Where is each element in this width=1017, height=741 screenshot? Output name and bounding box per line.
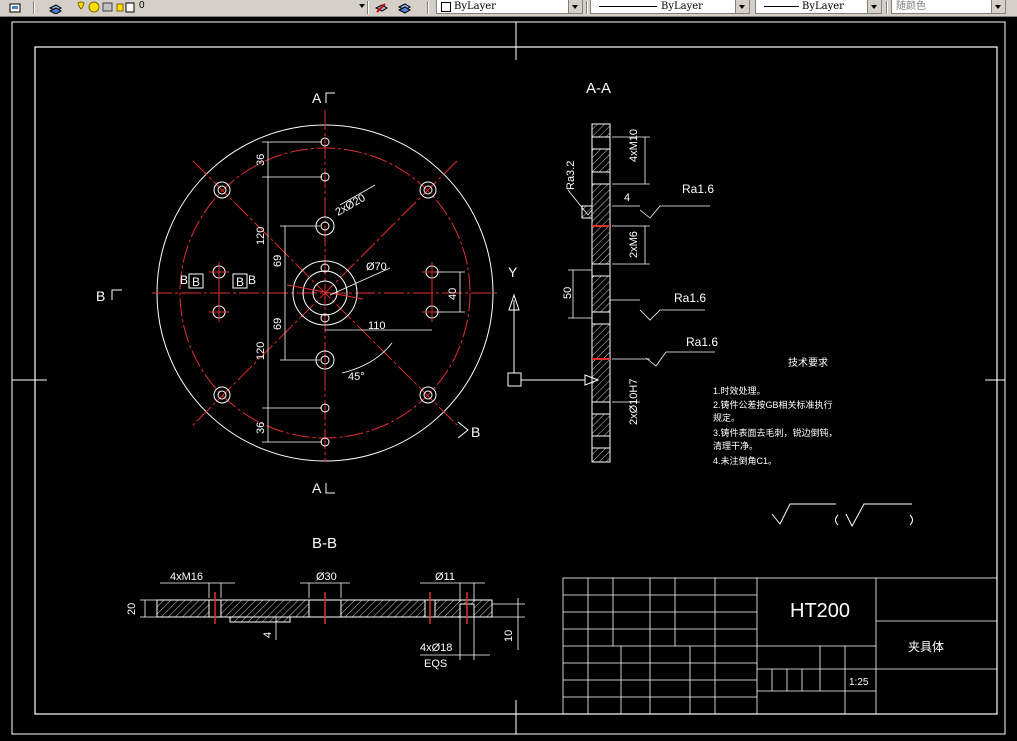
color-swatch bbox=[441, 2, 451, 12]
dim-120-top: 120 bbox=[255, 227, 267, 245]
chevron-down-icon bbox=[867, 0, 881, 13]
layer-previous-icon bbox=[398, 3, 411, 14]
properties-toolbar: 0 ByLayer ByLayer ByLayer 随颜色 bbox=[0, 0, 1017, 17]
toolbar-separator bbox=[586, 1, 588, 14]
dim-45deg: 45° bbox=[348, 371, 365, 383]
bb-dim-20: 20 bbox=[126, 603, 138, 615]
dim-d70: Ø70 bbox=[366, 261, 387, 273]
bb-marker-2: B bbox=[192, 275, 200, 289]
aa-ra16-3: Ra1.6 bbox=[686, 335, 718, 349]
lineweight-value: ByLayer bbox=[802, 1, 844, 12]
linetype-dropdown[interactable]: ByLayer bbox=[590, 0, 750, 14]
tech-note-3: 3.铸件表面去毛刺，锐边倒钝， bbox=[713, 427, 838, 438]
layer-dropdown[interactable]: 0 bbox=[135, 0, 369, 14]
cut-label-a-bottom: A bbox=[312, 480, 322, 496]
toolbar-separator bbox=[427, 1, 429, 14]
make-current-icon bbox=[375, 3, 388, 13]
toolbar-separator bbox=[33, 1, 35, 14]
bb-dim-m16: 4xM16 bbox=[170, 571, 203, 583]
dim-2xd20: 2xØ20 bbox=[334, 192, 368, 219]
dim-69-bottom: 69 bbox=[272, 318, 284, 330]
bb-marker-1: B bbox=[180, 273, 188, 287]
dim-36-bottom: 36 bbox=[255, 422, 267, 434]
material-label: HT200 bbox=[790, 600, 850, 622]
section-bb-title: B-B bbox=[312, 535, 337, 552]
plan-view: A A B B B B B B 36 120 69 69 120 36 2xØ2… bbox=[96, 90, 498, 496]
dim-40: 40 bbox=[447, 288, 459, 300]
section-bb-view: B-B 4xM16 Ø30 Ø11 20 4 4xØ18 EQS 10 bbox=[126, 535, 525, 670]
bb-dim-4: 4 bbox=[262, 632, 274, 638]
layer-previous-button[interactable] bbox=[394, 0, 416, 16]
toolbar-separator bbox=[886, 1, 888, 14]
bb-dim-d18: 4xØ18 bbox=[420, 642, 452, 654]
bb-marker-3: B bbox=[236, 275, 244, 289]
cut-label-a-top: A bbox=[312, 90, 322, 106]
tech-note-4: 4.未注倒角C1。 bbox=[713, 455, 777, 466]
section-aa-title: A-A bbox=[586, 80, 611, 97]
dim-120-bottom: 120 bbox=[255, 342, 267, 360]
chevron-down-icon bbox=[568, 0, 582, 13]
tech-note-2b: 规定。 bbox=[713, 412, 740, 423]
bb-dim-10: 10 bbox=[503, 630, 515, 642]
layer-manager-button[interactable] bbox=[2, 0, 30, 16]
lineweight-preview bbox=[764, 6, 799, 7]
lineweight-dropdown[interactable]: ByLayer bbox=[755, 0, 882, 14]
bb-dim-d30: Ø30 bbox=[316, 571, 337, 583]
make-current-button[interactable] bbox=[371, 0, 393, 16]
tech-note-3b: 清理干净。 bbox=[713, 440, 758, 451]
bb-dim-eqs: EQS bbox=[424, 658, 447, 670]
chevron-down-icon bbox=[735, 0, 749, 13]
layer-flag-icons bbox=[77, 1, 135, 13]
color-dropdown[interactable]: ByLayer bbox=[436, 0, 583, 14]
cut-label-b-left: B bbox=[96, 288, 105, 304]
linetype-value: ByLayer bbox=[661, 1, 703, 12]
tech-note-2: 2.铸件公差按GB相关标准执行 bbox=[713, 399, 833, 410]
ucs-icon bbox=[507, 293, 600, 387]
dim-69-top: 69 bbox=[272, 255, 284, 267]
linetype-preview bbox=[599, 6, 657, 7]
plotstyle-dropdown[interactable]: 随颜色 bbox=[891, 0, 1006, 14]
technical-notes: 技术要求 1.时效处理。 2.铸件公差按GB相关标准执行 规定。 3.铸件表面去… bbox=[713, 356, 838, 466]
aa-dim-50: 50 bbox=[562, 287, 574, 299]
cut-label-b-right: B bbox=[471, 424, 480, 440]
dim-36-top: 36 bbox=[255, 154, 267, 166]
bb-dim-d11: Ø11 bbox=[435, 571, 455, 583]
section-aa-view: A-A 4xM10 Ra3.2 4 Ra1.6 2xM6 50 Ra1.6 Ra… bbox=[562, 80, 718, 463]
toolbar-separator bbox=[367, 1, 369, 14]
ucs-y-label: Y bbox=[508, 264, 518, 280]
dim-110: 110 bbox=[368, 320, 386, 332]
drawing-canvas[interactable]: A A B B B B B B 36 120 69 69 120 36 2xØ2… bbox=[0, 17, 1017, 741]
layer-states-icon bbox=[49, 4, 62, 14]
part-name-label: 夹具体 bbox=[908, 640, 944, 654]
aa-ra16-2: Ra1.6 bbox=[674, 291, 706, 305]
aa-dim-m10: 4xM10 bbox=[628, 129, 640, 162]
aa-dim-d10: 2xØ10H7 bbox=[628, 379, 640, 425]
scale-label: 1:25 bbox=[849, 677, 869, 688]
roughness-symbol bbox=[771, 503, 913, 528]
layer-name: 0 bbox=[139, 0, 145, 11]
bb-marker-4: B bbox=[248, 273, 256, 287]
plotstyle-value: 随颜色 bbox=[896, 1, 926, 12]
aa-dim-ra32: Ra3.2 bbox=[565, 161, 577, 190]
tech-note-1: 1.时效处理。 bbox=[713, 385, 766, 396]
chevron-down-icon bbox=[991, 0, 1005, 13]
color-value: ByLayer bbox=[454, 1, 496, 12]
plan-dimension-lines bbox=[262, 141, 465, 443]
aa-dim-4: 4 bbox=[624, 192, 630, 204]
layers-icon bbox=[9, 3, 21, 13]
aa-dim-m6: 2xM6 bbox=[628, 231, 640, 258]
aa-ra16-1: Ra1.6 bbox=[682, 182, 714, 196]
tech-notes-title: 技术要求 bbox=[788, 356, 828, 369]
layer-states-button[interactable] bbox=[45, 0, 67, 16]
